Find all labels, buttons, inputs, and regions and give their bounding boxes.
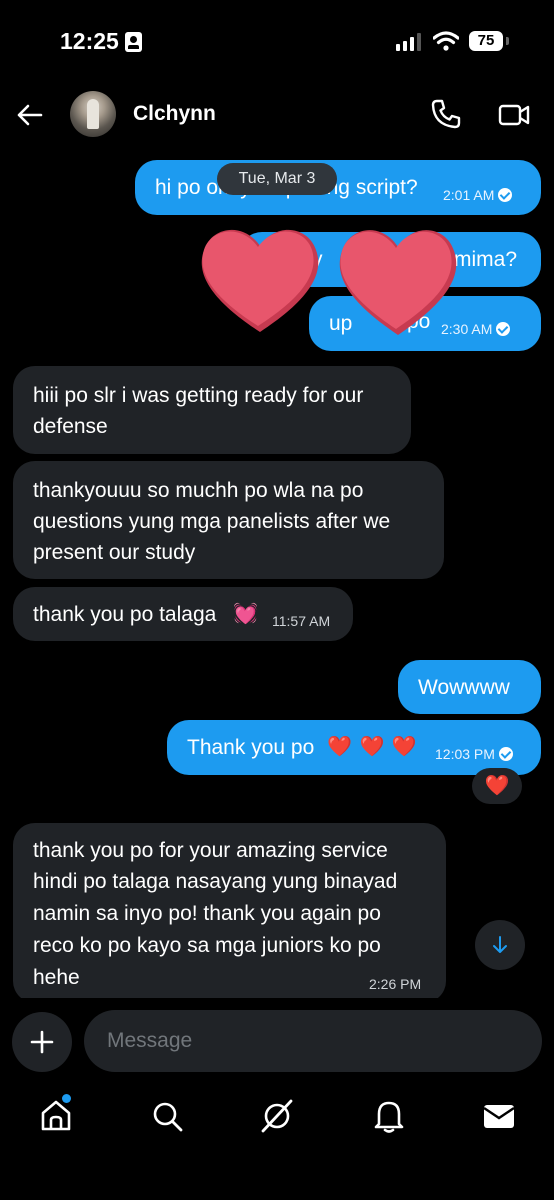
message-outgoing[interactable]: hi po okay na po ang script? 2:01 AM: [135, 160, 541, 215]
back-arrow-icon[interactable]: [14, 100, 44, 130]
red-heart-emojis: ❤️ ❤️ ❤️: [327, 736, 418, 758]
read-check-icon: [498, 188, 513, 202]
message-incoming[interactable]: thank you po talaga 💓 11:57 AM: [13, 587, 353, 641]
avatar[interactable]: [70, 91, 116, 137]
message-text: hindi po talaga nasayang yung binayad: [33, 870, 398, 893]
status-time: 12:25: [60, 28, 119, 54]
message-outgoing[interactable]: Wowwww: [398, 660, 541, 714]
message-input[interactable]: Message: [84, 1010, 542, 1072]
message-time: 11:57 AM: [272, 613, 331, 629]
battery-tip: [506, 37, 509, 45]
message-text: defense: [33, 415, 108, 438]
message-text: thank you po talaga: [33, 603, 217, 626]
contact-name[interactable]: Clchynn: [133, 102, 216, 126]
message-text: reco ko po kayo sa mga juniors ko po: [33, 934, 381, 957]
id-card-icon: [125, 32, 142, 52]
bell-icon[interactable]: [371, 1098, 407, 1134]
battery-indicator: 75: [469, 31, 503, 51]
read-check-icon: [498, 747, 513, 761]
message-text: present our study: [33, 541, 196, 564]
grok-icon[interactable]: [259, 1098, 295, 1134]
signal-icon: [396, 33, 421, 51]
message-text: Thank you po: [187, 736, 315, 759]
phone-icon[interactable]: [430, 98, 462, 130]
message-incoming[interactable]: hiii po slr i was getting ready for our …: [13, 366, 411, 454]
message-text: Wowwww: [418, 676, 510, 699]
message-reaction[interactable]: ❤️: [472, 768, 522, 804]
message-outgoing[interactable]: Thank you po ❤️ ❤️ ❤️ 12:03 PM: [167, 720, 541, 775]
heart-sticker-icon: [339, 230, 457, 335]
message-time-text: 2:01 AM: [443, 187, 495, 203]
message-incoming[interactable]: thank you po for your amazing service hi…: [13, 823, 446, 1003]
scroll-to-bottom-button[interactable]: [475, 920, 525, 970]
heart-sticker-icon: [201, 229, 319, 332]
mail-icon[interactable]: [481, 1098, 517, 1134]
video-camera-icon[interactable]: [498, 100, 530, 130]
date-separator: Tue, Mar 3: [217, 163, 337, 195]
message-time-text: 12:03 PM: [435, 746, 495, 762]
message-time: 12:03 PM: [435, 746, 513, 762]
message-text: hiii po slr i was getting ready for our: [33, 384, 364, 407]
read-check-icon: [496, 322, 511, 336]
message-text: mima?: [454, 248, 518, 271]
add-attachment-button[interactable]: [12, 1012, 72, 1072]
notification-dot: [62, 1094, 71, 1103]
message-incoming[interactable]: thankyouuu so muchh po wla na po questio…: [13, 461, 444, 579]
plus-icon: [30, 1030, 54, 1054]
search-icon[interactable]: [149, 1098, 185, 1134]
arrow-down-icon: [493, 936, 507, 953]
message-text: questions yung mga panelists after we: [33, 510, 391, 533]
message-text: hehe: [33, 966, 80, 989]
message-time: 2:01 AM: [443, 187, 513, 203]
message-text: thank you po for your amazing service: [33, 839, 388, 862]
wifi-icon: [433, 31, 459, 51]
avatar-figure: [87, 99, 99, 129]
message-text: thankyouuu so muchh po wla na po: [33, 479, 364, 502]
message-text: namin sa inyo po! thank you again po: [33, 902, 381, 925]
home-icon[interactable]: [38, 1098, 74, 1134]
list-edge: [0, 998, 554, 1004]
pink-heart-emoji: 💓: [233, 603, 258, 625]
message-time: 2:26 PM: [369, 976, 422, 992]
